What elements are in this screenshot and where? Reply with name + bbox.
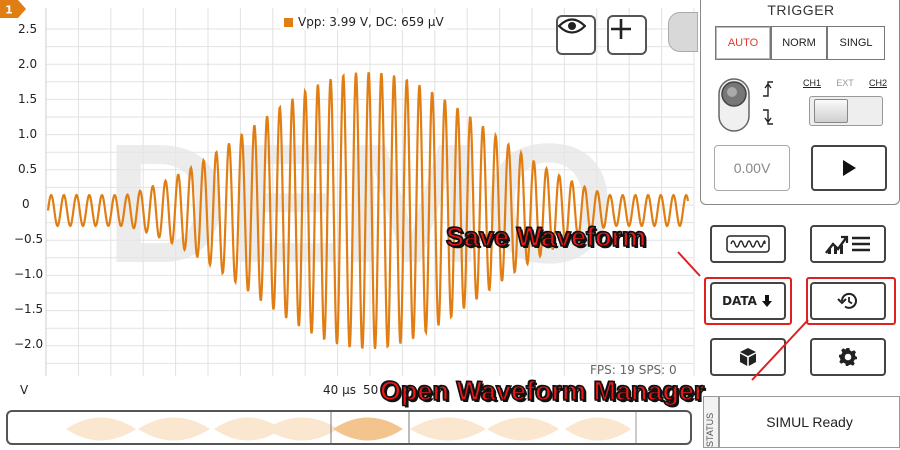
trigger-level-field[interactable]: 0.00V bbox=[714, 145, 790, 191]
panel-slide-handle[interactable] bbox=[668, 12, 698, 52]
add-button[interactable] bbox=[607, 15, 647, 55]
edge-rising-falling-icon bbox=[763, 81, 773, 125]
control-panel: TRIGGER AUTO NORM SINGL CH1 EXT CH2 0.00… bbox=[700, 0, 900, 450]
overview-burst bbox=[333, 417, 403, 441]
waveform-manager-button[interactable] bbox=[810, 282, 886, 320]
annotation-open-manager: Open Waveform Manager bbox=[379, 375, 705, 407]
overview-burst bbox=[266, 417, 338, 441]
trigger-source-labels: CH1 EXT CH2 bbox=[803, 78, 887, 88]
trigger-mode-auto[interactable]: AUTO bbox=[715, 26, 771, 60]
y-tick-label: −0.5 bbox=[14, 232, 44, 246]
trigger-mode-singl[interactable]: SINGL bbox=[827, 26, 885, 60]
plus-icon bbox=[611, 19, 631, 39]
download-arrow-icon bbox=[761, 295, 772, 307]
channel-color-swatch bbox=[284, 17, 293, 27]
y-tick-label: 1.0 bbox=[18, 127, 38, 141]
y-tick-label: 1.5 bbox=[18, 92, 38, 106]
trigger-section: TRIGGER AUTO NORM SINGL CH1 EXT CH2 0.00… bbox=[700, 0, 900, 205]
status-tab[interactable]: STATUS bbox=[703, 396, 719, 448]
eye-icon bbox=[558, 18, 586, 34]
overview-burst bbox=[66, 417, 136, 441]
overview-burst bbox=[138, 417, 210, 441]
play-icon bbox=[843, 160, 856, 176]
trigger-edge-toggle[interactable] bbox=[715, 75, 757, 135]
chart-list-icon bbox=[825, 235, 870, 254]
data-button-label: DATA bbox=[722, 294, 757, 308]
waveform-view-button[interactable] bbox=[710, 225, 786, 263]
timebase-partial-label: 50 bbox=[363, 383, 379, 397]
cube-icon bbox=[740, 348, 756, 366]
measurement-text: Vpp: 3.99 V, DC: 659 μV bbox=[298, 15, 444, 29]
history-icon bbox=[837, 292, 857, 309]
y-tick-label: −1.5 bbox=[14, 302, 44, 316]
source-ch1-label: CH1 bbox=[803, 78, 822, 88]
status-display: SIMUL Ready bbox=[719, 396, 900, 448]
save-data-button[interactable]: DATA bbox=[710, 282, 786, 320]
waveform-icon bbox=[726, 235, 770, 253]
channel-marker-label: 1 bbox=[5, 4, 13, 17]
overview-canvas[interactable] bbox=[8, 412, 692, 445]
fps-sps-readout: FPS: 19 SPS: 0 bbox=[590, 363, 677, 377]
trigger-source-slider[interactable] bbox=[809, 96, 883, 126]
source-ext-label: EXT bbox=[836, 78, 854, 88]
source-slider-knob[interactable] bbox=[814, 99, 848, 123]
source-ch2-label: CH2 bbox=[868, 78, 887, 88]
edge-symbols bbox=[761, 78, 775, 137]
y-unit-label: V bbox=[20, 383, 29, 397]
annotation-save-waveform: Save Waveform bbox=[445, 221, 647, 253]
overview-burst bbox=[410, 417, 486, 441]
y-tick-label: 2.0 bbox=[18, 57, 38, 71]
model-3d-button[interactable] bbox=[710, 338, 786, 376]
channel-1-marker[interactable]: 1 bbox=[0, 0, 26, 18]
overview-burst bbox=[487, 417, 559, 441]
measurements-button[interactable] bbox=[810, 225, 886, 263]
settings-button[interactable] bbox=[810, 338, 886, 376]
measurement-readout: Vpp: 3.99 V, DC: 659 μV bbox=[281, 14, 447, 30]
overview-burst bbox=[565, 417, 631, 441]
gear-icon bbox=[839, 348, 857, 366]
y-tick-label: 2.5 bbox=[18, 22, 38, 36]
waveform-overview[interactable] bbox=[6, 410, 692, 445]
run-button[interactable] bbox=[811, 145, 887, 191]
trigger-title: TRIGGER bbox=[767, 2, 835, 18]
y-tick-label: −1.0 bbox=[14, 267, 44, 281]
status-tab-label: STATUS bbox=[705, 412, 715, 447]
y-tick-label: 0.5 bbox=[18, 162, 38, 176]
timebase-label: 40 μs bbox=[323, 383, 356, 397]
y-tick-label: −2.0 bbox=[14, 337, 44, 351]
visibility-button[interactable] bbox=[556, 15, 596, 55]
y-tick-label: 0 bbox=[22, 197, 30, 211]
trigger-mode-norm[interactable]: NORM bbox=[771, 26, 827, 60]
